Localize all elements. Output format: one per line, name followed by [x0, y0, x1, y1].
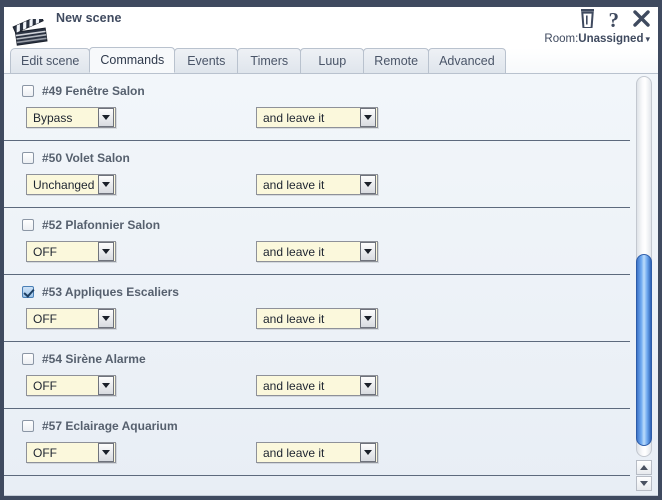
tab-advanced[interactable]: Advanced [428, 48, 506, 73]
action-select[interactable]: Unchanged [26, 174, 116, 195]
clapperboard-icon [12, 19, 48, 46]
action-select[interactable]: Bypass [26, 107, 116, 128]
command-label: #50 Volet Salon [42, 150, 130, 165]
scroll-up-icon[interactable] [636, 460, 652, 475]
command-label: #53 Appliques Escaliers [42, 284, 179, 299]
chevron-down-icon [360, 443, 376, 462]
chevron-down-icon [98, 443, 114, 462]
action-select[interactable]: OFF [26, 375, 116, 396]
chevron-down-icon [360, 108, 376, 127]
command-checkbox[interactable] [22, 84, 34, 97]
action-select-value: Bypass [33, 110, 73, 125]
modifier-select-value: and leave it [263, 244, 325, 259]
tab-commands[interactable]: Commands [89, 47, 176, 73]
chevron-down-icon [98, 175, 114, 194]
command-header: #52 Plafonnier Salon [4, 216, 630, 233]
trash-icon[interactable] [580, 9, 595, 32]
window-header: New scene ? Room:Unassigned ▾ [4, 4, 658, 48]
command-checkbox[interactable] [22, 285, 34, 298]
action-select-value: Unchanged [33, 177, 95, 192]
command-header: #49 Fenêtre Salon [4, 82, 630, 99]
command-controls: OFF and leave it [4, 241, 630, 263]
modifier-select[interactable]: and leave it [256, 442, 378, 463]
chevron-down-icon [98, 309, 114, 328]
modifier-select-value: and leave it [263, 177, 325, 192]
command-checkbox[interactable] [22, 218, 34, 231]
modifier-select[interactable]: and leave it [256, 107, 378, 128]
modifier-select[interactable]: and leave it [256, 375, 378, 396]
command-label: #57 Eclairage Aquarium [42, 418, 178, 433]
chevron-down-icon [360, 175, 376, 194]
action-select[interactable]: OFF [26, 308, 116, 329]
tab-remote[interactable]: Remote [363, 48, 430, 73]
tab-bar: Edit scene Commands Events Timers Luup R… [4, 47, 658, 74]
action-select[interactable]: OFF [26, 442, 116, 463]
commands-panel: #49 Fenêtre Salon Bypass and leave it #5… [4, 74, 658, 496]
action-select-value: OFF [33, 311, 57, 326]
chevron-down-icon [98, 108, 114, 127]
tab-luup[interactable]: Luup [300, 48, 365, 73]
vertical-scrollbar[interactable] [632, 76, 656, 493]
chevron-down-icon [360, 376, 376, 395]
command-header: #50 Volet Salon [4, 149, 630, 166]
room-selector[interactable]: Room:Unassigned ▾ [544, 33, 650, 45]
tab-events[interactable]: Events [174, 48, 239, 73]
modifier-select-value: and leave it [263, 110, 325, 125]
chevron-down-icon [98, 376, 114, 395]
header-icon-group: ? [580, 9, 651, 32]
command-controls: OFF and leave it [4, 375, 630, 397]
chevron-down-icon [360, 242, 376, 261]
action-select[interactable]: OFF [26, 241, 116, 262]
table-row: #53 Appliques Escaliers OFF and leave it [4, 275, 630, 342]
scene-title: New scene [56, 11, 122, 25]
command-label: #49 Fenêtre Salon [42, 83, 145, 98]
scroll-down-icon[interactable] [636, 476, 652, 491]
table-row: #57 Eclairage Aquarium OFF and leave it [4, 409, 630, 476]
command-controls: Unchanged and leave it [4, 174, 630, 196]
tab-edit-scene[interactable]: Edit scene [10, 48, 91, 73]
scene-editor-window: New scene ? Room:Unassigned▾ Edit scene [0, 0, 662, 500]
modifier-select[interactable]: and leave it [256, 241, 378, 262]
command-checkbox[interactable] [22, 419, 34, 432]
help-icon[interactable]: ? [609, 10, 620, 31]
command-checkbox[interactable] [22, 352, 34, 365]
chevron-down-icon [360, 309, 376, 328]
command-checkbox[interactable] [22, 151, 34, 164]
modifier-select[interactable]: and leave it [256, 174, 378, 195]
action-select-value: OFF [33, 244, 57, 259]
scrollbar-thumb[interactable] [636, 254, 652, 446]
modifier-select-value: and leave it [263, 378, 325, 393]
chevron-down-icon: ▾ [645, 34, 650, 44]
command-label: #54 Sirène Alarme [42, 351, 146, 366]
modifier-select-value: and leave it [263, 311, 325, 326]
table-row: #49 Fenêtre Salon Bypass and leave it [4, 74, 630, 141]
close-icon[interactable] [633, 10, 650, 31]
command-header: #57 Eclairage Aquarium [4, 417, 630, 434]
command-list: #49 Fenêtre Salon Bypass and leave it #5… [4, 74, 630, 495]
table-row: #52 Plafonnier Salon OFF and leave it [4, 208, 630, 275]
room-label: Room: [544, 33, 579, 45]
action-select-value: OFF [33, 445, 57, 460]
command-controls: Bypass and leave it [4, 107, 630, 129]
command-controls: OFF and leave it [4, 308, 630, 330]
modifier-select-value: and leave it [263, 445, 325, 460]
command-header: #53 Appliques Escaliers [4, 283, 630, 300]
room-value: Unassigned [578, 33, 644, 45]
table-row: #50 Volet Salon Unchanged and leave it [4, 141, 630, 208]
chevron-down-icon [98, 242, 114, 261]
tab-timers[interactable]: Timers [237, 48, 302, 73]
action-select-value: OFF [33, 378, 57, 393]
modifier-select[interactable]: and leave it [256, 308, 378, 329]
command-controls: OFF and leave it [4, 442, 630, 464]
command-label: #52 Plafonnier Salon [42, 217, 161, 232]
table-row: #54 Sirène Alarme OFF and leave it [4, 342, 630, 409]
command-header: #54 Sirène Alarme [4, 350, 630, 367]
